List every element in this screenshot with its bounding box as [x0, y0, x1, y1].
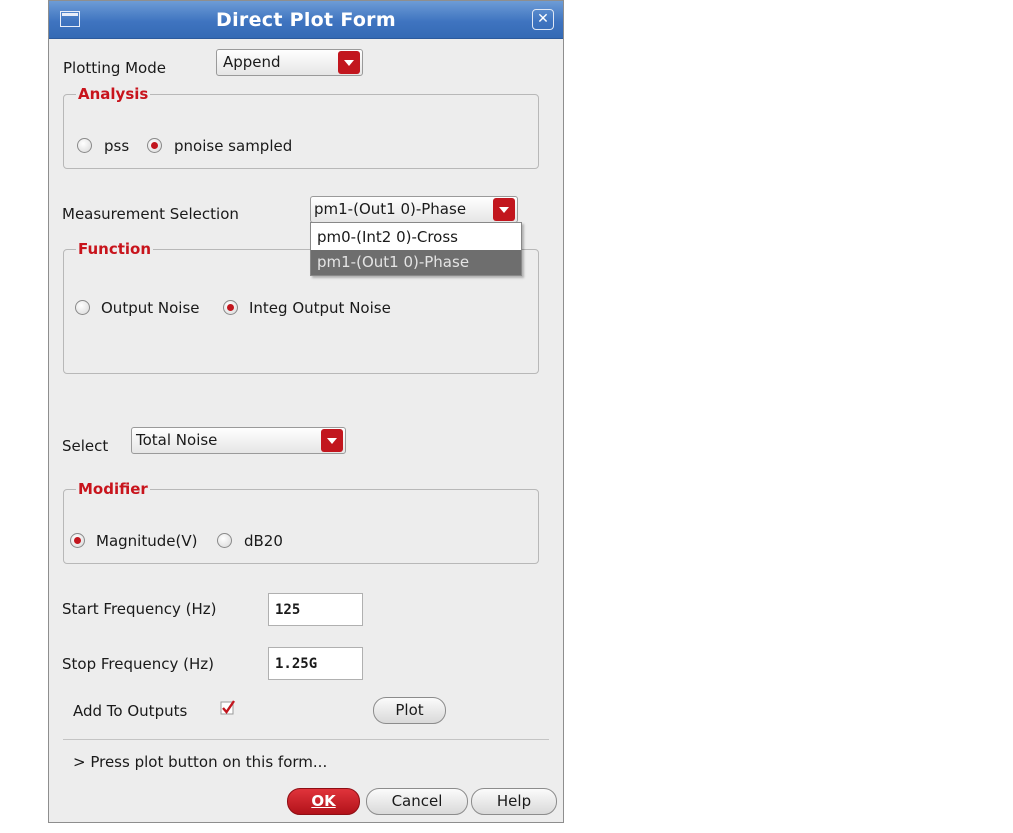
plotting-mode-select[interactable]: Append: [216, 49, 363, 76]
status-message: > Press plot button on this form...: [73, 753, 328, 771]
radio-magnitude[interactable]: [70, 533, 85, 548]
modifier-group: [63, 489, 539, 564]
radio-output-noise-label[interactable]: Output Noise: [101, 299, 199, 317]
noise-type-value: Total Noise: [136, 431, 218, 449]
radio-db20[interactable]: [217, 533, 232, 548]
modifier-group-title: Modifier: [76, 480, 150, 498]
dropdown-option-pm1[interactable]: pm1-(Out1 0)-Phase: [311, 250, 521, 275]
plotting-mode-label: Plotting Mode: [63, 59, 166, 77]
measurement-selection-dropdown-list: pm0-(Int2 0)-Cross pm1-(Out1 0)-Phase: [310, 222, 522, 276]
radio-magnitude-label[interactable]: Magnitude(V): [96, 532, 197, 550]
close-icon[interactable]: ✕: [532, 9, 554, 30]
help-button[interactable]: Help: [471, 788, 557, 815]
window-title: Direct Plot Form: [216, 9, 396, 31]
divider: [63, 739, 549, 740]
measurement-selection-label: Measurement Selection: [62, 205, 239, 223]
chevron-down-icon: [338, 51, 360, 74]
select-label: Select: [62, 437, 109, 455]
analysis-group-title: Analysis: [76, 85, 151, 103]
analysis-group: [63, 94, 539, 169]
direct-plot-form-window: Direct Plot Form ✕ Plotting Mode Append …: [48, 0, 564, 823]
add-to-outputs-label: Add To Outputs: [73, 702, 188, 720]
noise-type-select[interactable]: Total Noise: [131, 427, 346, 454]
measurement-selection-select[interactable]: pm1-(Out1 0)-Phase: [310, 196, 518, 223]
dropdown-option-pm0[interactable]: pm0-(Int2 0)-Cross: [311, 225, 521, 250]
add-to-outputs-checkbox[interactable]: [220, 699, 236, 715]
title-bar[interactable]: Direct Plot Form ✕: [49, 1, 563, 39]
chevron-down-icon: [493, 198, 515, 221]
cancel-button[interactable]: Cancel: [366, 788, 468, 815]
measurement-selection-value: pm1-(Out1 0)-Phase: [314, 200, 467, 218]
radio-integ-output-noise-label[interactable]: Integ Output Noise: [249, 299, 391, 317]
chevron-down-icon: [321, 429, 343, 452]
start-frequency-label: Start Frequency (Hz): [62, 600, 217, 618]
radio-pnoise-sampled[interactable]: [147, 138, 162, 153]
radio-integ-output-noise[interactable]: [223, 300, 238, 315]
radio-pnoise-sampled-label[interactable]: pnoise sampled: [174, 137, 292, 155]
plotting-mode-value: Append: [223, 53, 281, 71]
function-group-title: Function: [76, 240, 154, 258]
radio-db20-label[interactable]: dB20: [244, 532, 283, 550]
ok-button[interactable]: OK: [287, 788, 360, 815]
ok-button-label: OK: [311, 792, 336, 810]
stop-frequency-input[interactable]: 1.25G: [268, 647, 363, 680]
start-frequency-input[interactable]: 125: [268, 593, 363, 626]
radio-pss-label[interactable]: pss: [104, 137, 129, 155]
radio-output-noise[interactable]: [75, 300, 90, 315]
plot-button[interactable]: Plot: [373, 697, 446, 724]
radio-pss[interactable]: [77, 138, 92, 153]
stop-frequency-label: Stop Frequency (Hz): [62, 655, 214, 673]
